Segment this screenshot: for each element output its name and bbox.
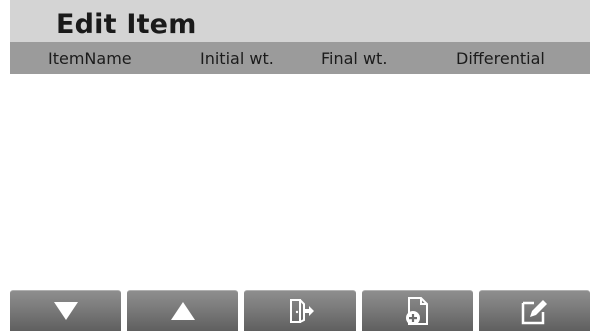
title-bar: Edit Item (10, 0, 590, 42)
column-header-itemname: ItemName (48, 49, 132, 68)
table-header: ItemName Initial wt. Final wt. Different… (10, 42, 590, 74)
triangle-up-icon (170, 301, 196, 321)
add-item-button[interactable] (361, 290, 473, 331)
page-title: Edit Item (56, 9, 197, 40)
add-document-icon (402, 295, 432, 327)
column-header-final-wt: Final wt. (321, 49, 388, 68)
scroll-up-button[interactable] (127, 290, 239, 331)
edit-button[interactable] (478, 290, 591, 331)
triangle-down-icon (53, 301, 79, 321)
item-list[interactable] (10, 74, 590, 282)
scroll-down-button[interactable] (10, 290, 122, 331)
exit-door-icon (285, 296, 315, 326)
column-header-differential: Differential (456, 49, 545, 68)
bottom-toolbar (10, 290, 591, 331)
column-header-initial-wt: Initial wt. (200, 49, 274, 68)
edit-icon (518, 296, 550, 326)
exit-button[interactable] (244, 290, 356, 331)
edit-item-screen: Edit Item ItemName Initial wt. Final wt.… (10, 0, 591, 331)
